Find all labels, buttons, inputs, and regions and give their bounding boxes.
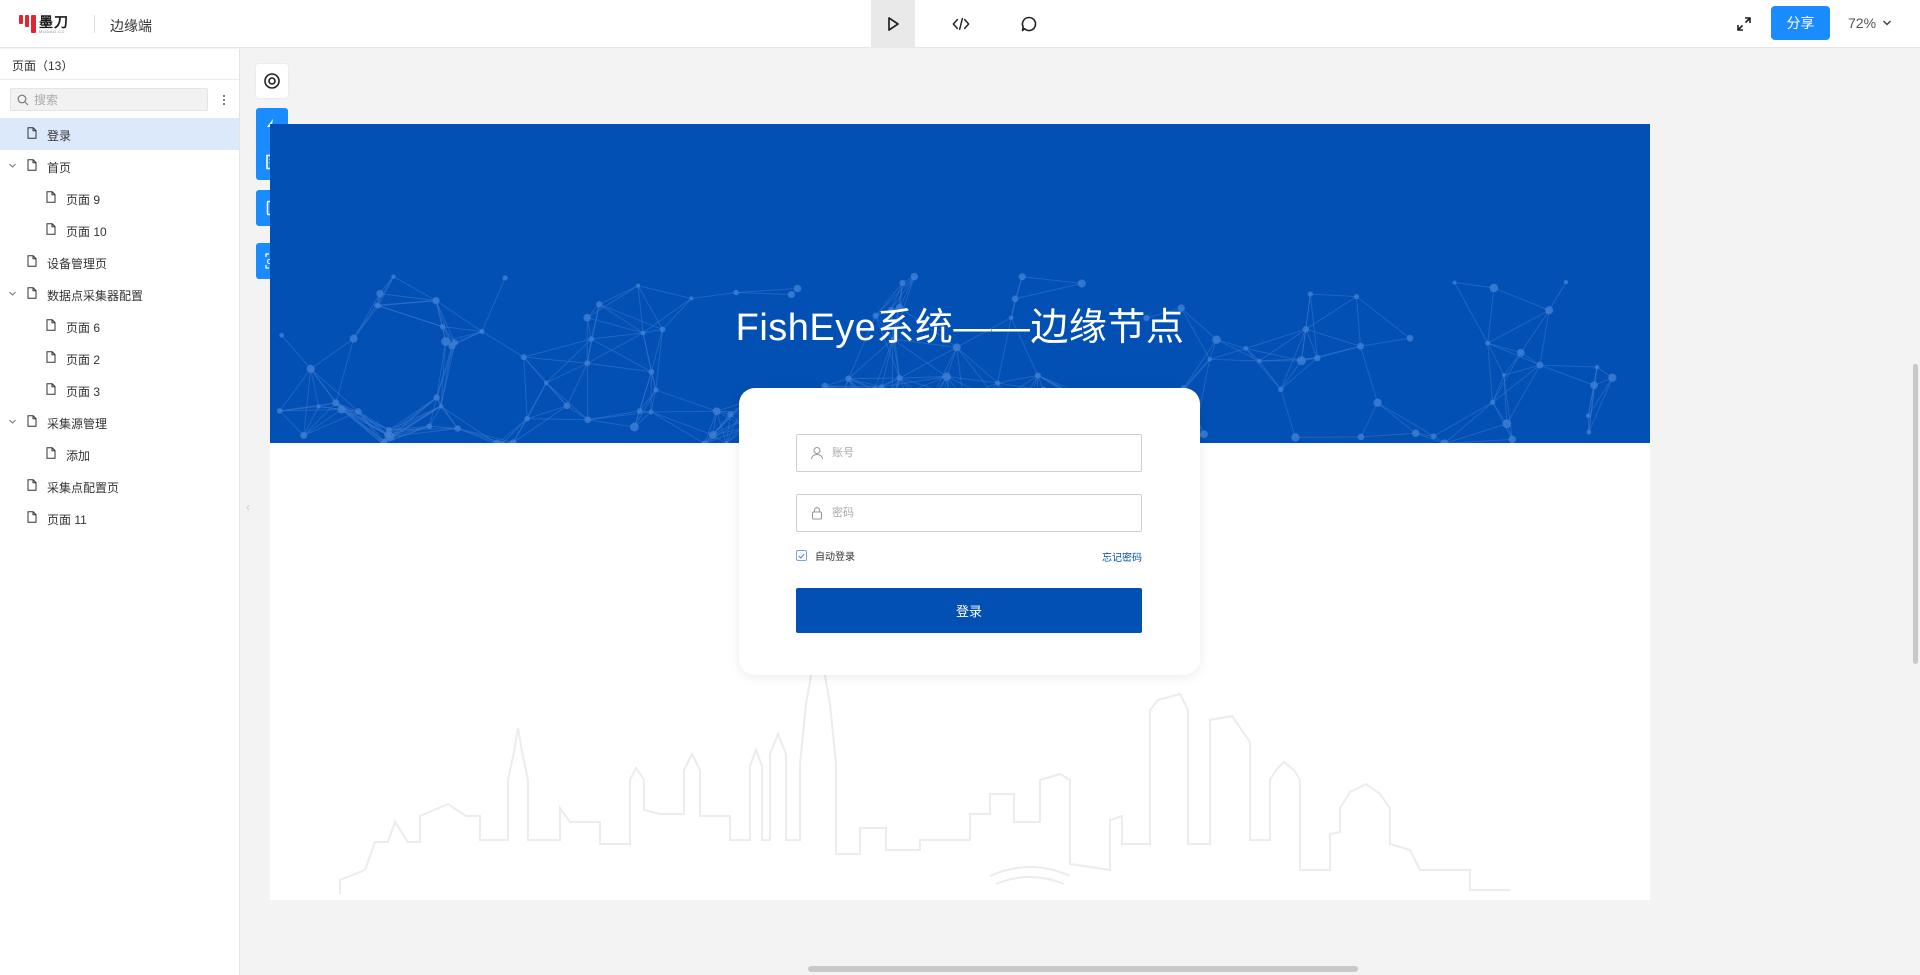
city-skyline-icon [339,648,1510,894]
page-tree-item[interactable]: 添加 [0,438,239,470]
logo-text: 墨刀 [39,13,69,30]
zoom-value: 72% [1848,15,1877,31]
username-input[interactable] [832,444,1132,462]
page-tree-label: 采集点配置页 [47,481,120,495]
lock-icon [811,507,823,520]
page-icon [46,223,56,235]
top-bar: 墨刀 MODAO.CC 边缘端 分享 72% [0,0,1920,48]
pages-header: 页面（13） [0,49,239,80]
page-icon [46,351,56,363]
page-tree-item[interactable]: 页面 10 [0,214,239,246]
collapse-sidebar-icon[interactable]: ‹ [246,500,250,514]
page-tree-item[interactable]: 首页 [0,150,239,182]
page-tree-label: 添加 [66,449,91,463]
modao-logo[interactable]: 墨刀 MODAO.CC [19,12,77,36]
fullscreen-icon [1737,17,1751,31]
comment-icon [1021,16,1037,32]
page-tree-label: 页面 6 [66,321,101,335]
target-icon [264,73,280,89]
page-icon [27,511,37,523]
page-icon [27,255,37,267]
artboard-login-page: FishEye系统——边缘节点 自动登录 忘记密码 登录 [270,124,1650,900]
page-tree-label: 设备管理页 [47,257,108,271]
page-icon [27,415,37,427]
forgot-password-link[interactable]: 忘记密码 [1102,549,1142,564]
horizontal-scrollbar[interactable] [808,966,1358,972]
login-button[interactable]: 登录 [796,588,1142,633]
page-tree-item[interactable]: 采集点配置页 [0,470,239,502]
code-icon [952,17,970,31]
page-tree-label: 页面 11 [47,513,87,527]
page-tree-item[interactable]: 采集源管理 [0,406,239,438]
divider [94,15,95,33]
target-tool[interactable] [256,64,288,98]
page-tree-label: 页面 3 [66,385,101,399]
vertical-scrollbar[interactable] [1913,364,1918,664]
auto-login-label: 自动登录 [815,552,855,563]
page-icon [46,383,56,395]
page-tree-item[interactable]: 页面 2 [0,342,239,374]
search-icon [17,94,29,106]
preview-button[interactable] [871,0,915,48]
login-card: 自动登录 忘记密码 登录 [739,388,1200,675]
page-tree-item[interactable]: 页面 9 [0,182,239,214]
page-tree-label: 首页 [47,161,72,175]
hero-title: FishEye系统——边缘节点 [735,307,1185,349]
chevron-down-icon[interactable] [8,289,17,298]
password-field[interactable] [796,494,1142,532]
page-icon [27,159,37,171]
username-field[interactable] [796,434,1142,472]
page-tree-label: 数据点采集器配置 [47,289,144,303]
page-tree-item[interactable]: 页面 3 [0,374,239,406]
page-tree-label: 页面 2 [66,353,101,367]
checkbox-icon[interactable] [796,550,807,561]
logo-mark-icon [19,15,36,33]
pages-sidebar: 页面（13） 登录首页页面 9 页面 10 设备管理页数据点采集器配置页面 6 页面 … [0,49,240,975]
fullscreen-button[interactable] [1734,14,1754,34]
search-row [0,80,239,118]
user-icon [810,446,824,460]
page-tree-label: 页面 10 [66,225,107,239]
page-tree: 登录首页页面 9 页面 10 设备管理页数据点采集器配置页面 6 页面 2 页面 3 采集… [0,118,239,534]
code-button[interactable] [939,0,983,48]
page-icon [27,287,37,299]
password-input[interactable] [832,504,1132,522]
page-tree-label: 页面 9 [66,193,101,207]
share-button[interactable]: 分享 [1771,6,1830,40]
page-tree-label: 登录 [47,129,72,143]
search-input[interactable] [34,91,204,108]
chevron-down-icon [1883,20,1892,26]
chevron-down-icon[interactable] [8,161,17,170]
page-icon [46,447,56,459]
page-icon [46,191,56,203]
page-icon [27,479,37,491]
toolbar-center [871,0,1075,48]
comment-button[interactable] [1007,0,1051,48]
search-box[interactable] [10,88,208,111]
page-tree-item[interactable]: 页面 6 [0,310,239,342]
page-icon [46,319,56,331]
play-icon [888,17,899,31]
auto-login-checkbox[interactable]: 自动登录 [796,548,855,563]
project-name[interactable]: 边缘端 [110,16,152,36]
page-icon [27,127,37,139]
zoom-dropdown[interactable]: 72% [1848,15,1892,31]
chevron-down-icon[interactable] [8,417,17,426]
page-tree-item[interactable]: 设备管理页 [0,246,239,278]
more-options-button[interactable] [220,90,228,110]
page-tree-item[interactable]: 页面 11 [0,502,239,534]
page-tree-item[interactable]: 登录 [0,118,239,150]
page-tree-label: 采集源管理 [47,417,108,431]
page-tree-item[interactable]: 数据点采集器配置 [0,278,239,310]
logo-subtext: MODAO.CC [39,28,65,34]
